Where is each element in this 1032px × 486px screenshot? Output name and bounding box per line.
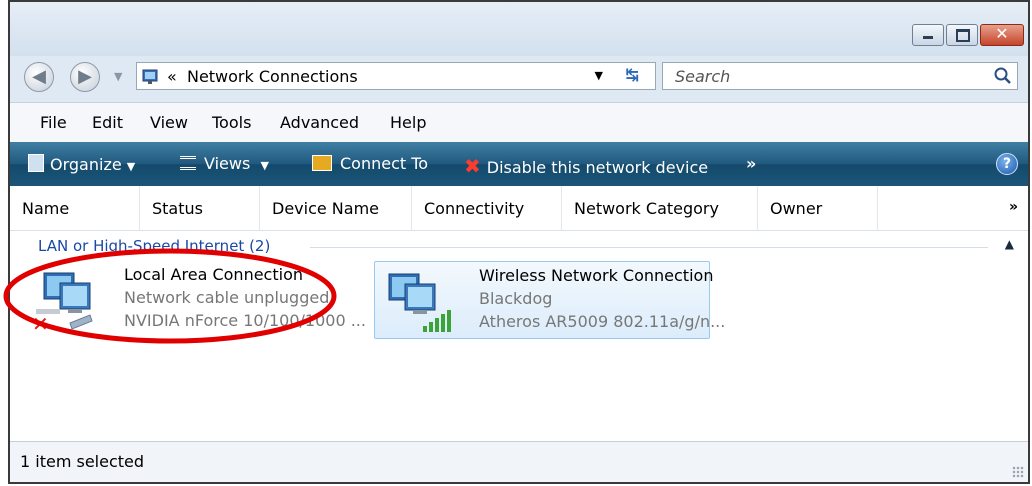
collapse-chevron-icon[interactable]: ▲ [1005,237,1014,251]
wireless-network-signal-icon [388,273,451,332]
search-input[interactable]: Search [662,62,1018,90]
views-icon [180,156,196,170]
forward-button[interactable]: ▶ [70,62,100,92]
menu-bar: File Edit View Tools Advanced Help [10,102,1028,143]
minimize-button[interactable] [912,24,944,46]
views-label: Views [204,154,251,173]
maximize-icon [956,29,970,42]
item-device: NVIDIA nForce 10/100/1000 ... [124,311,366,330]
refresh-icon[interactable]: ↹ [626,65,639,84]
svg-text:✕: ✕ [32,312,49,333]
red-x-icon: ✖ [464,154,481,178]
recent-pages-dropdown[interactable]: ▼ [114,70,122,83]
maximize-button[interactable] [946,24,978,46]
menu-tools[interactable]: Tools [212,113,251,132]
column-header: Name Status Device Name Connectivity Net… [10,186,1028,231]
column-overflow-button[interactable]: » [1009,199,1018,215]
back-button[interactable]: ◀ [24,62,54,92]
status-text: 1 item selected [20,452,145,471]
menu-advanced[interactable]: Advanced [280,113,359,132]
disable-device-button[interactable]: ✖ Disable this network device [464,154,708,178]
title-bar: ✕ [10,2,1028,56]
item-device: Atheros AR5009 802.11a/g/n... [479,312,726,331]
file-list: LAN or High-Speed Internet (2) ▲ ✕ Local… [10,231,1028,444]
address-bar[interactable]: « Network Connections ▼ ↹ [136,62,656,90]
search-placeholder: Search [675,67,731,86]
connect-to-icon [312,155,332,171]
resize-grip[interactable] [1012,466,1024,478]
connect-to-label: Connect To [340,154,429,173]
column-connectivity-label: Connectivity [424,199,525,218]
organize-button[interactable]: Organize ▼ [28,154,135,174]
network-folder-icon [142,69,158,84]
group-header[interactable]: LAN or High-Speed Internet (2) [38,237,270,255]
menu-edit[interactable]: Edit [92,113,123,132]
chevron-down-icon: ▼ [126,160,136,173]
list-item-selected[interactable]: Wireless Network Connection Blackdog Ath… [374,261,725,339]
status-bar: 1 item selected [10,441,1028,482]
disable-device-label: Disable this network device [486,158,709,177]
connect-to-button[interactable]: Connect To [312,154,428,173]
views-button[interactable]: Views ▼ [180,154,269,173]
item-name: Local Area Connection [124,265,303,284]
help-icon[interactable]: ? [996,153,1018,175]
item-status: Network cable unplugged [124,288,330,307]
column-device-name[interactable]: Device Name [260,186,412,230]
column-name[interactable]: Name [10,186,140,230]
list-item[interactable]: ✕ Local Area Connection Network cable un… [20,261,366,337]
minimize-icon [923,36,933,39]
column-device-name-label: Device Name [272,199,380,218]
toolbar-more-button[interactable]: » [746,154,756,173]
chevron-down-icon: ▼ [260,159,269,172]
command-toolbar: Organize ▼ Views ▼ Connect To ✖ Disable t… [10,142,1028,186]
menu-file[interactable]: File [40,113,67,132]
group-divider [310,247,988,248]
address-crumb[interactable]: Network Connections [187,67,358,86]
search-icon[interactable] [993,66,1013,86]
navigation-bar: ◀ ▶ ▼ « Network Connections ▼ ↹ Search [10,58,1028,94]
organize-label: Organize [50,155,122,174]
item-status: Blackdog [479,289,553,308]
column-owner[interactable]: Owner [758,186,878,230]
close-icon: ✕ [995,24,1009,43]
menu-help[interactable]: Help [390,113,426,132]
address-dropdown[interactable]: ▼ [595,69,603,82]
back-arrow-icon: ◀ [32,66,46,87]
address-text: « Network Connections [167,67,358,86]
column-status[interactable]: Status [140,186,260,230]
close-button[interactable]: ✕ [980,24,1024,46]
forward-arrow-icon: ▶ [78,66,92,87]
wired-network-disconnected-icon: ✕ [32,272,93,333]
column-name-label: Name [22,199,70,218]
column-network-category[interactable]: Network Category [562,186,758,230]
caption-buttons: ✕ [910,24,1024,46]
column-status-label: Status [152,199,203,218]
column-connectivity[interactable]: Connectivity [412,186,562,230]
item-name: Wireless Network Connection [479,266,714,285]
column-owner-label: Owner [770,199,823,218]
explorer-window: ✕ ◀ ▶ ▼ « Network Connections ▼ ↹ Search… [8,0,1030,484]
address-chevron[interactable]: « [167,67,177,86]
organize-icon [28,154,44,172]
menu-view[interactable]: View [150,113,188,132]
column-network-category-label: Network Category [574,199,719,218]
